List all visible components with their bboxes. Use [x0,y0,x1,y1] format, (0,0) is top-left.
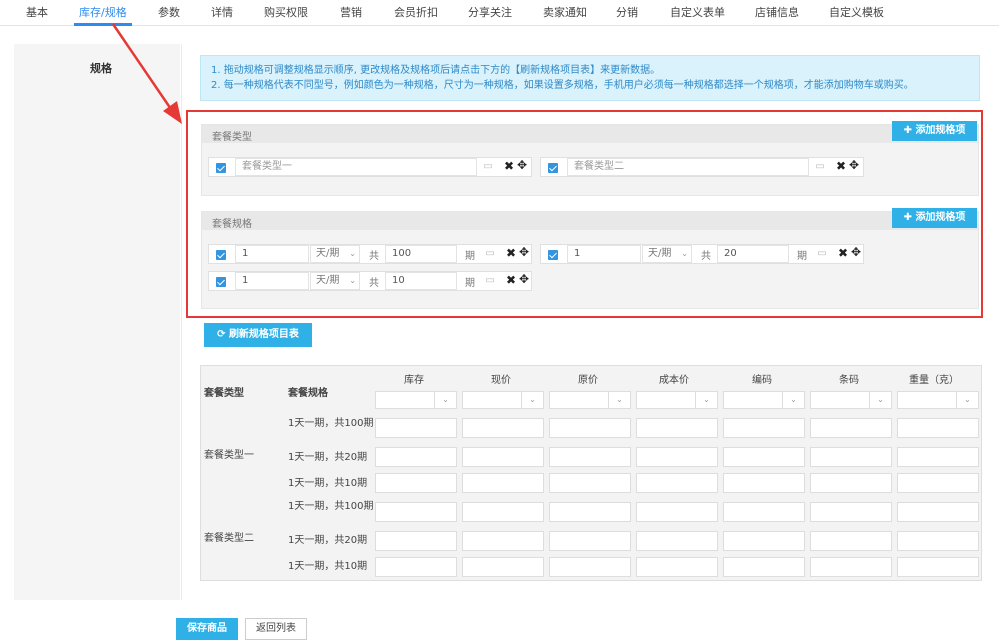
table-cell-input[interactable] [462,557,544,577]
row-spec-label: 1天一期，共100期 [288,501,374,512]
batch-set-price-select[interactable]: ⌄ [462,391,544,409]
table-cell-input[interactable] [549,557,631,577]
table-cell-input[interactable] [375,447,457,467]
table-cell-input[interactable] [723,418,805,438]
chevron-down-icon: ⌄ [521,392,543,408]
col-header-code: 编码 [752,375,772,386]
col-header-stock: 库存 [404,375,424,386]
chevron-down-icon: ⌄ [434,392,456,408]
batch-set-stock-select[interactable]: ⌄ [375,391,457,409]
table-cell-input[interactable] [375,557,457,577]
table-cell-input[interactable] [897,447,979,467]
row-spec-label: 1天一期，共20期 [288,535,368,546]
refresh-spec-table-button[interactable]: ⟳ 刷新规格项目表 [204,323,312,347]
table-cell-input[interactable] [810,502,892,522]
table-cell-input[interactable] [723,473,805,493]
batch-set-weight-select[interactable]: ⌄ [897,391,979,409]
chevron-down-icon: ⌄ [956,392,978,408]
refresh-icon: ⟳ [217,329,229,340]
table-cell-input[interactable] [375,531,457,551]
table-cell-input[interactable] [723,447,805,467]
chevron-down-icon: ⌄ [695,392,717,408]
col-header-barcode: 条码 [839,375,859,386]
row-spec-label: 1天一期，共20期 [288,452,368,463]
table-cell-input[interactable] [810,557,892,577]
batch-set-code-select[interactable]: ⌄ [723,391,805,409]
table-cell-input[interactable] [549,531,631,551]
table-cell-input[interactable] [375,473,457,493]
table-cell-input[interactable] [462,473,544,493]
table-cell-input[interactable] [636,557,718,577]
table-cell-input[interactable] [810,418,892,438]
batch-set-original-price-select[interactable]: ⌄ [549,391,631,409]
col-header-package-spec: 套餐规格 [288,388,328,399]
batch-set-cost-price-select[interactable]: ⌄ [636,391,718,409]
table-cell-input[interactable] [549,418,631,438]
table-cell-input[interactable] [549,502,631,522]
table-cell-input[interactable] [462,502,544,522]
chevron-down-icon: ⌄ [782,392,804,408]
table-cell-input[interactable] [897,531,979,551]
row-spec-label: 1天一期，共100期 [288,418,374,429]
table-cell-input[interactable] [462,447,544,467]
row-spec-label: 1天一期，共10期 [288,561,368,572]
table-cell-input[interactable] [636,447,718,467]
table-cell-input[interactable] [897,473,979,493]
back-to-list-button[interactable]: 返回列表 [245,618,307,640]
table-cell-input[interactable] [462,418,544,438]
table-cell-input[interactable] [636,502,718,522]
table-cell-input[interactable] [375,502,457,522]
table-cell-input[interactable] [897,502,979,522]
chevron-down-icon: ⌄ [608,392,630,408]
chevron-down-icon: ⌄ [869,392,891,408]
table-cell-input[interactable] [723,557,805,577]
batch-set-barcode-select[interactable]: ⌄ [810,391,892,409]
col-header-original-price: 原价 [578,375,598,386]
table-cell-input[interactable] [462,531,544,551]
save-product-button[interactable]: 保存商品 [176,618,238,640]
col-header-cost-price: 成本价 [659,375,689,386]
table-cell-input[interactable] [897,418,979,438]
table-cell-input[interactable] [897,557,979,577]
table-cell-input[interactable] [636,473,718,493]
table-cell-input[interactable] [636,418,718,438]
table-cell-input[interactable] [549,473,631,493]
table-cell-input[interactable] [810,531,892,551]
table-cell-input[interactable] [636,531,718,551]
spec-table: 套餐类型 套餐规格 库存 现价 原价 成本价 编码 条码 重量（克） ⌄ ⌄ ⌄… [200,365,982,581]
row-group-label: 套餐类型一 [204,450,254,461]
row-spec-label: 1天一期，共10期 [288,478,368,489]
table-cell-input[interactable] [549,447,631,467]
table-cell-input[interactable] [375,418,457,438]
col-header-package-type: 套餐类型 [204,388,244,399]
table-cell-input[interactable] [723,502,805,522]
table-cell-input[interactable] [810,447,892,467]
table-cell-input[interactable] [723,531,805,551]
refresh-spec-table-label: 刷新规格项目表 [228,329,299,340]
table-cell-input[interactable] [810,473,892,493]
col-header-price: 现价 [491,375,511,386]
col-header-weight: 重量（克） [909,375,959,386]
row-group-label: 套餐类型二 [204,533,254,544]
